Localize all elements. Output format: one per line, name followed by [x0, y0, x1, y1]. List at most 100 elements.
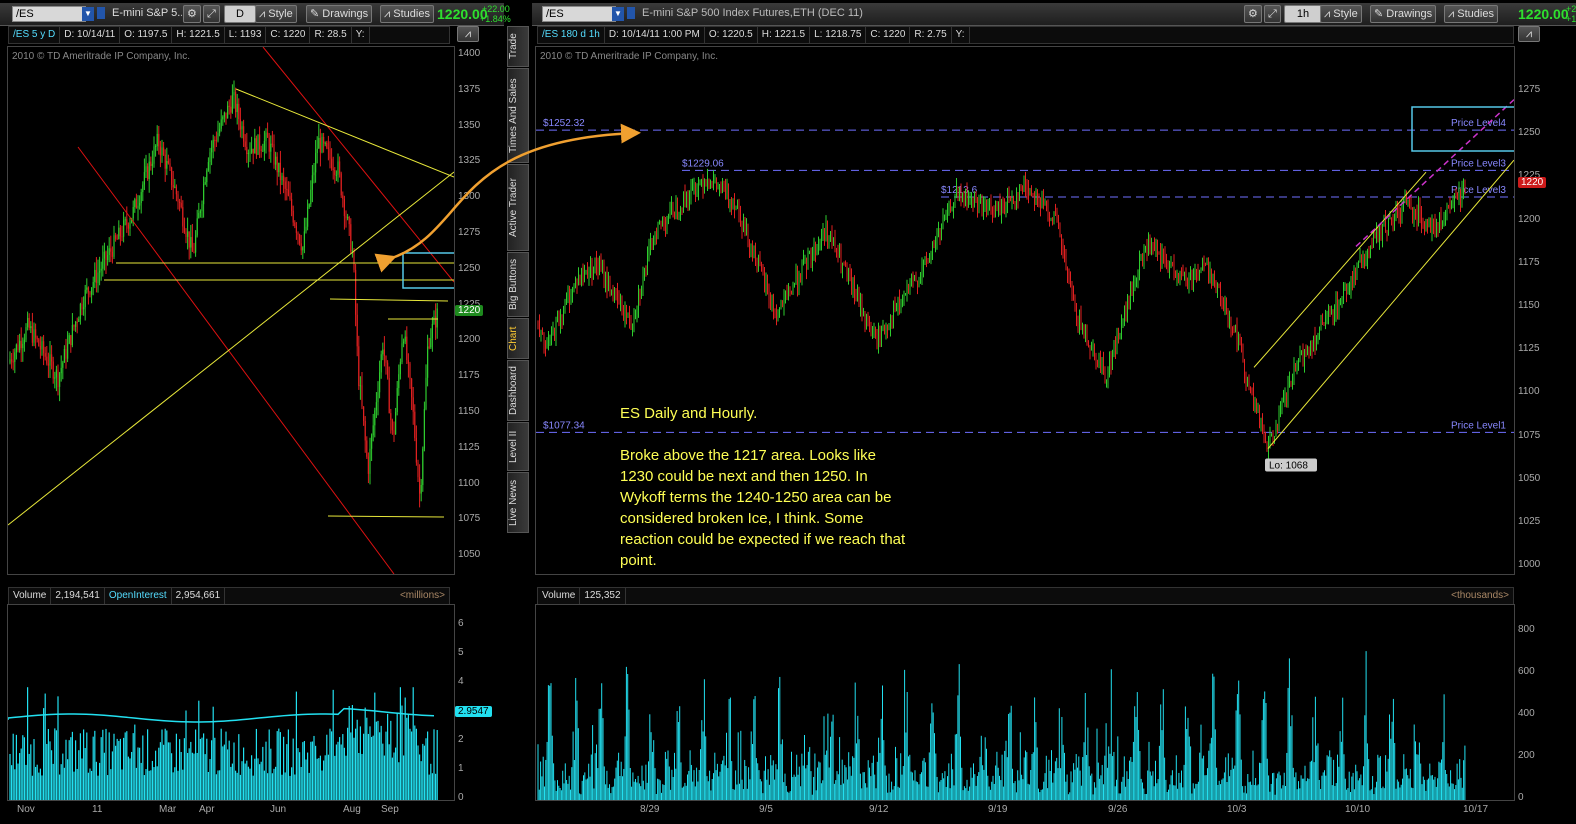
candle-body [839, 251, 840, 256]
candle-body [1014, 201, 1016, 203]
right-volume-axis: 800 600 400 200 0 [1514, 604, 1574, 803]
right-symbol-dropdown-icon[interactable]: ▼ [612, 7, 624, 21]
candle-body [1167, 264, 1169, 273]
candle-body [271, 143, 273, 145]
tab-dashboard[interactable]: Dashboard [507, 360, 529, 421]
candle-body [950, 202, 951, 212]
tab-live-news[interactable]: Live News [507, 472, 529, 533]
candle-body [677, 202, 678, 215]
candle-body [639, 293, 641, 297]
volume-tick-label: 0 [1518, 792, 1524, 803]
candle-body [156, 133, 158, 147]
candle-body [911, 278, 912, 281]
time-tick-label: Sep [381, 804, 399, 815]
left-change-abs: +22.00 [482, 4, 510, 14]
candle-body [182, 207, 184, 227]
left-link-icon[interactable] [97, 7, 105, 19]
candle-body [1284, 394, 1286, 399]
volume-tick-label: 1 [458, 763, 464, 774]
right-info-date: D: 10/14/11 1:00 PM [605, 27, 705, 43]
right-chart-menu-icon[interactable]: ⩘ [1518, 26, 1540, 42]
candle-body [915, 277, 917, 282]
candle-body [228, 105, 230, 107]
tab-trade[interactable]: Trade [507, 26, 529, 67]
candle-body [396, 388, 398, 412]
candle-body [342, 195, 344, 200]
left-chart-menu-icon[interactable]: ⩘ [457, 26, 479, 42]
candle-body [1421, 215, 1422, 225]
right-expand-icon[interactable]: ⤢ [1264, 5, 1281, 23]
left-time-axis: Nov 11 Mar Apr Jun Aug Sep [7, 804, 453, 820]
price-tick-label: 1300 [458, 191, 481, 203]
candle-body [852, 281, 854, 290]
candle-body [1080, 313, 1082, 328]
price-tick-label: 1025 [1518, 516, 1541, 527]
candle-body [741, 223, 743, 229]
right-style-button[interactable]: ⩘ Style [1320, 5, 1362, 23]
candle-body [549, 340, 551, 342]
candle-body [1164, 256, 1166, 263]
candle-body [1242, 347, 1244, 360]
candle-body [632, 325, 633, 329]
candle-body [1035, 196, 1037, 205]
left-drawings-button[interactable]: ✎ Drawings [306, 5, 373, 23]
candle-body [166, 160, 168, 169]
left-style-button[interactable]: ⩘ Style [255, 5, 297, 23]
right-studies-button[interactable]: ⩘ Studies [1444, 5, 1498, 23]
left-expand-icon[interactable]: ⤢ [203, 5, 220, 23]
candle-body [1221, 300, 1223, 304]
candle-body [987, 205, 989, 209]
candle-body [63, 348, 65, 363]
left-period-button[interactable]: D [224, 5, 256, 23]
candle-body [1227, 313, 1229, 323]
right-period-button[interactable]: 1h [1284, 5, 1322, 23]
tab-level-ii[interactable]: Level II [507, 422, 529, 471]
candle-body [281, 175, 283, 181]
left-symbol-dropdown-icon[interactable]: ▼ [82, 7, 94, 21]
left-symbol-input[interactable]: /ES [12, 6, 86, 22]
candle-body [1290, 381, 1292, 383]
candle-body [1148, 241, 1149, 255]
candle-body [60, 367, 62, 374]
candle-body [990, 201, 992, 208]
candle-body [608, 279, 609, 289]
candle-body [134, 199, 136, 208]
candle-body [371, 435, 373, 449]
candle-body [155, 146, 157, 148]
tab-chart[interactable]: Chart [507, 318, 529, 359]
tab-active-trader[interactable]: Active Trader [507, 164, 529, 251]
candle-body [1425, 223, 1427, 227]
candle-body [1211, 268, 1212, 285]
note-title: ES Daily and Hourly. [620, 405, 758, 422]
candle-body [1055, 213, 1056, 215]
candle-body [348, 216, 350, 225]
candle-body [921, 267, 923, 276]
candle-body [1122, 319, 1124, 320]
right-price-panel[interactable]: 2010 © TD Ameritrade IP Company, Inc. $1… [535, 46, 1515, 575]
candle-body [836, 250, 837, 254]
tab-big-buttons[interactable]: Big Buttons [507, 252, 529, 317]
candle-body [100, 268, 102, 271]
candle-body [326, 142, 328, 148]
left-settings-icon[interactable]: ⚙ [183, 5, 201, 23]
right-link-icon[interactable] [627, 7, 635, 19]
candle-body [890, 316, 891, 328]
left-price-panel[interactable]: 2010 © TD Ameritrade IP Company, Inc. [7, 46, 455, 575]
candle-body [966, 191, 968, 207]
candle-body [171, 167, 173, 185]
time-tick-label: 9/19 [988, 804, 1008, 815]
candle-body [1161, 253, 1163, 262]
candle-body [713, 180, 714, 188]
candle-body [406, 336, 408, 361]
candle-body [638, 293, 639, 309]
volume-tick-label: 5 [458, 647, 464, 658]
candle-body [1041, 197, 1043, 207]
right-symbol-input[interactable]: /ES [542, 6, 616, 22]
tab-times-and-sales[interactable]: Times And Sales [507, 68, 529, 163]
note-line: considered broken Ice, I think. Some [620, 510, 864, 527]
left-studies-button[interactable]: ⩘ Studies [380, 5, 434, 23]
candle-body [579, 276, 581, 281]
right-drawings-button[interactable]: ✎ Drawings [1370, 5, 1437, 23]
candle-body [1386, 230, 1388, 233]
right-settings-icon[interactable]: ⚙ [1244, 5, 1262, 23]
